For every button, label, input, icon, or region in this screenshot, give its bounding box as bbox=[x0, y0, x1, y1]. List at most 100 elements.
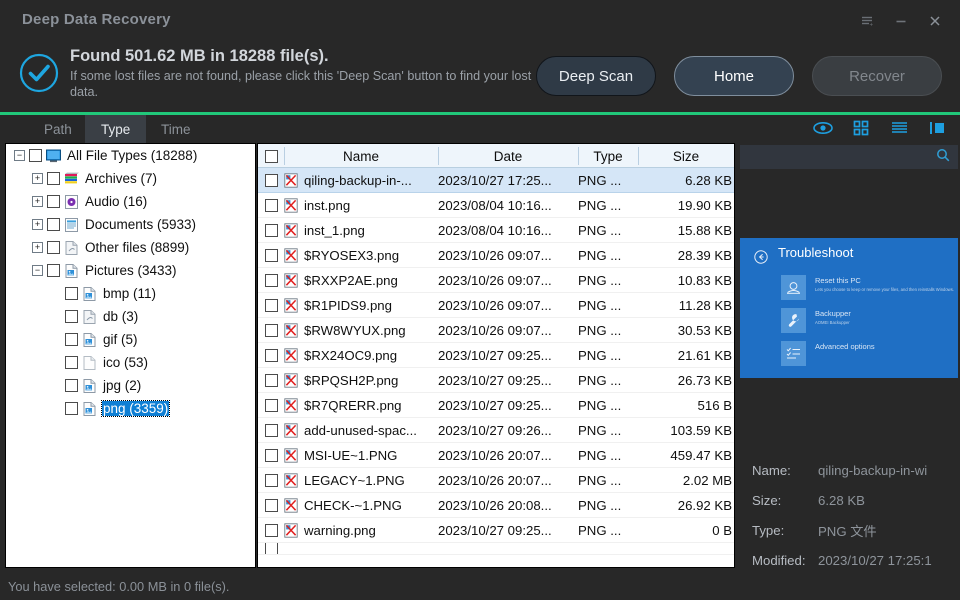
file-date-cell: 2023/10/26 20:07... bbox=[438, 472, 552, 488]
tree-item-checkbox[interactable] bbox=[65, 310, 78, 323]
tree-item[interactable]: + Other files (8899) bbox=[6, 236, 255, 259]
tree-item-checkbox[interactable] bbox=[65, 402, 78, 415]
close-icon[interactable] bbox=[920, 10, 950, 32]
home-button[interactable]: Home bbox=[674, 56, 794, 96]
tree-expand-icon[interactable]: + bbox=[32, 196, 43, 207]
file-info-row: Name: qiling-backup-in-wi bbox=[752, 455, 960, 485]
search-icon[interactable] bbox=[936, 148, 950, 167]
file-row[interactable]: inst.png 2023/08/04 10:16... PNG ... 19.90 … bbox=[258, 193, 734, 218]
tree-item-checkbox[interactable] bbox=[65, 287, 78, 300]
tree-item[interactable]: ico (53) bbox=[6, 351, 255, 374]
tree-expand-icon[interactable]: + bbox=[32, 242, 43, 253]
tree-item-checkbox[interactable] bbox=[29, 149, 42, 162]
file-preview-image[interactable]: Troubleshoot Reset this PC Lets you choo… bbox=[740, 238, 958, 378]
file-row[interactable]: $RW8WYUX.png 2023/10/26 09:07... PNG ... 30… bbox=[258, 318, 734, 343]
tree-item[interactable]: db (3) bbox=[6, 305, 255, 328]
menu-icon[interactable]: + bbox=[852, 10, 882, 32]
tree-item[interactable]: − All File Types (18288) bbox=[6, 144, 255, 167]
file-list-panel[interactable]: Name Date Type Size qiling-backup-in-...… bbox=[257, 143, 735, 568]
file-row[interactable]: MSI-UE~1.PNG 2023/10/26 20:07... PNG ... 45… bbox=[258, 443, 734, 468]
file-row-partial[interactable] bbox=[258, 543, 734, 555]
file-row[interactable]: $R1PIDS9.png 2023/10/26 09:07... PNG ... 11… bbox=[258, 293, 734, 318]
file-row[interactable]: LEGACY~1.PNG 2023/10/26 20:07... PNG ... 2.… bbox=[258, 468, 734, 493]
file-row-checkbox[interactable] bbox=[258, 498, 284, 512]
tree-collapse-icon[interactable]: − bbox=[14, 150, 25, 161]
tree-item-checkbox[interactable] bbox=[65, 333, 78, 346]
column-header-name[interactable]: Name bbox=[284, 144, 438, 168]
tree-item[interactable]: png (3359) bbox=[6, 397, 255, 420]
file-row-checkbox[interactable] bbox=[258, 448, 284, 462]
deep-scan-button[interactable]: Deep Scan bbox=[536, 56, 656, 96]
file-row-checkbox[interactable] bbox=[258, 248, 284, 262]
column-header-size[interactable]: Size bbox=[638, 144, 734, 168]
file-row-checkbox[interactable] bbox=[258, 398, 284, 412]
minimize-icon[interactable] bbox=[886, 10, 916, 32]
file-info-key: Type: bbox=[752, 522, 785, 538]
tree-item-checkbox[interactable] bbox=[65, 356, 78, 369]
file-row-checkbox[interactable] bbox=[258, 423, 284, 437]
file-row-checkbox[interactable] bbox=[258, 348, 284, 362]
grid-view-icon[interactable] bbox=[850, 118, 872, 138]
detail-panel-icon[interactable] bbox=[926, 118, 948, 138]
file-row[interactable]: inst_1.png 2023/08/04 10:16... PNG ... 15.8… bbox=[258, 218, 734, 243]
column-header-date[interactable]: Date bbox=[438, 144, 578, 168]
search-box[interactable] bbox=[740, 145, 958, 169]
tree-item-checkbox[interactable] bbox=[47, 172, 60, 185]
file-row-checkbox[interactable] bbox=[258, 173, 284, 187]
broken-image-icon bbox=[284, 322, 298, 338]
tree-collapse-icon[interactable]: − bbox=[32, 265, 43, 276]
file-row[interactable]: $RXXP2AE.png 2023/10/26 09:07... PNG ... 10… bbox=[258, 268, 734, 293]
file-row[interactable]: $R7QRERR.png 2023/10/27 09:25... PNG ... 51… bbox=[258, 393, 734, 418]
file-row-checkbox[interactable] bbox=[258, 273, 284, 287]
file-type-cell: PNG ... bbox=[578, 297, 622, 313]
search-input[interactable] bbox=[746, 145, 936, 169]
tree-expand-icon[interactable]: + bbox=[32, 219, 43, 230]
tree-item-checkbox[interactable] bbox=[47, 218, 60, 231]
file-name-cell: $R1PIDS9.png bbox=[284, 298, 438, 313]
broken-image-icon bbox=[284, 297, 298, 313]
file-row-checkbox[interactable] bbox=[258, 298, 284, 312]
file-row[interactable]: $RYOSEX3.png 2023/10/26 09:07... PNG ... 28… bbox=[258, 243, 734, 268]
eye-icon[interactable] bbox=[812, 118, 834, 138]
file-info-list: Name: qiling-backup-in-wi Size: 6.28 KB Type… bbox=[752, 455, 960, 575]
tree-item[interactable]: bmp (11) bbox=[6, 282, 255, 305]
tree-item-checkbox[interactable] bbox=[47, 195, 60, 208]
tree-item[interactable]: gif (5) bbox=[6, 328, 255, 351]
file-name-cell: $RXXP2AE.png bbox=[284, 273, 438, 288]
file-name-text: $RYOSEX3.png bbox=[304, 247, 400, 263]
archive-icon bbox=[64, 171, 79, 187]
tab-time[interactable]: Time bbox=[145, 115, 207, 143]
file-row[interactable]: add-unused-spac... 2023/10/27 09:26... PNG… bbox=[258, 418, 734, 443]
tree-item[interactable]: jpg (2) bbox=[6, 374, 255, 397]
tree-item-checkbox[interactable] bbox=[47, 241, 60, 254]
select-all-checkbox[interactable] bbox=[258, 144, 284, 168]
file-row-checkbox[interactable] bbox=[258, 543, 284, 554]
column-header-type[interactable]: Type bbox=[578, 144, 638, 168]
file-row[interactable]: warning.png 2023/10/27 09:25... PNG ... 0 B bbox=[258, 518, 734, 543]
file-row-checkbox[interactable] bbox=[258, 323, 284, 337]
tree-item-checkbox[interactable] bbox=[47, 264, 60, 277]
file-row[interactable]: $RX24OC9.png 2023/10/27 09:25... PNG ... 21… bbox=[258, 343, 734, 368]
file-date-cell: 2023/10/26 09:07... bbox=[438, 247, 552, 263]
tree-item[interactable]: + Audio (16) bbox=[6, 190, 255, 213]
tree-item-checkbox[interactable] bbox=[65, 379, 78, 392]
list-view-icon[interactable] bbox=[888, 118, 910, 138]
file-row[interactable]: qiling-backup-in-... 2023/10/27 17:25... P… bbox=[258, 168, 734, 193]
file-row-checkbox[interactable] bbox=[258, 473, 284, 487]
file-row-checkbox[interactable] bbox=[258, 523, 284, 537]
file-row[interactable]: $RPQSH2P.png 2023/10/27 09:25... PNG ... 26… bbox=[258, 368, 734, 393]
file-type-tree[interactable]: − All File Types (18288) + Archives (7) + Aud… bbox=[5, 143, 256, 568]
tree-expand-icon[interactable]: + bbox=[32, 173, 43, 184]
file-row[interactable]: CHECK-~1.PNG 2023/10/26 20:08... PNG ... 26… bbox=[258, 493, 734, 518]
tab-type[interactable]: Type bbox=[85, 115, 147, 143]
tab-path[interactable]: Path bbox=[28, 115, 88, 143]
tree-item[interactable]: + Archives (7) bbox=[6, 167, 255, 190]
tree-item[interactable]: − Pictures (3433) bbox=[6, 259, 255, 282]
tree-item[interactable]: + Documents (5933) bbox=[6, 213, 255, 236]
file-row-checkbox[interactable] bbox=[258, 223, 284, 237]
file-row-checkbox[interactable] bbox=[258, 373, 284, 387]
file-name-cell: warning.png bbox=[284, 523, 438, 538]
file-name-text: $R7QRERR.png bbox=[304, 397, 402, 413]
file-row-checkbox[interactable] bbox=[258, 198, 284, 212]
recover-button[interactable]: Recover bbox=[812, 56, 942, 96]
